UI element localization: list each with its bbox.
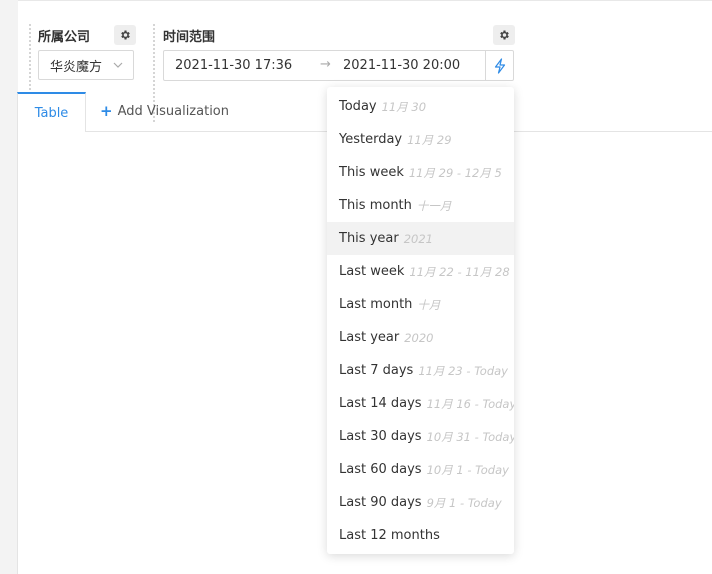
company-select-value: 华炎魔方 bbox=[50, 59, 103, 75]
date-preset-option[interactable]: Last 14 days 11月 16 - Today bbox=[327, 387, 514, 420]
date-preset-option[interactable]: Last 30 days 10月 31 - Today bbox=[327, 420, 514, 453]
date-preset-option[interactable]: Last 90 days 9月 1 - Today bbox=[327, 486, 514, 519]
date-preset-label: This year bbox=[339, 231, 399, 246]
date-preset-label: Last 60 days bbox=[339, 462, 422, 477]
date-preset-option[interactable]: Last week 11月 22 - 11月 28 bbox=[327, 255, 514, 288]
date-preset-label: Last 90 days bbox=[339, 495, 422, 510]
date-preset-hint: 11月 30 bbox=[381, 99, 427, 114]
date-preset-hint: 11月 29 - 12月 5 bbox=[408, 165, 502, 180]
date-preset-label: Last 30 days bbox=[339, 429, 422, 444]
date-preset-hint: 11月 23 - Today bbox=[418, 363, 508, 378]
plus-icon: + bbox=[100, 102, 113, 120]
time-range-settings-button[interactable] bbox=[493, 25, 515, 45]
date-preset-option[interactable]: Last 60 days 10月 1 - Today bbox=[327, 453, 514, 486]
date-preset-hint: 11月 16 - Today bbox=[426, 396, 514, 411]
add-visualization-label: Add Visualization bbox=[117, 104, 229, 119]
date-preset-hint: 9月 1 - Today bbox=[426, 495, 502, 510]
date-preset-label: Last 14 days bbox=[339, 396, 422, 411]
date-preset-option[interactable]: Last year 2020 bbox=[327, 321, 514, 354]
left-gutter bbox=[0, 0, 18, 574]
date-preset-hint: 2020 bbox=[404, 330, 434, 345]
date-preset-hint: 11月 29 bbox=[407, 132, 452, 147]
gear-icon bbox=[121, 30, 130, 40]
date-preset-hint: 10月 1 - Today bbox=[426, 462, 509, 477]
quick-range-button[interactable] bbox=[485, 51, 513, 80]
time-range-filter-label: 时间范围 bbox=[163, 30, 216, 45]
date-start-input[interactable]: 2021-11-30 17:36 bbox=[175, 58, 292, 73]
date-preset-option[interactable]: This month 十一月 bbox=[327, 189, 514, 222]
add-visualization-button[interactable]: + Add Visualization bbox=[100, 102, 229, 120]
company-settings-button[interactable] bbox=[114, 25, 136, 45]
date-preset-label: This week bbox=[339, 165, 404, 180]
date-preset-option[interactable]: Last 7 days 11月 23 - Today bbox=[327, 354, 514, 387]
date-preset-option[interactable]: This year 2021 bbox=[327, 222, 514, 255]
date-end-input[interactable]: 2021-11-30 20:00 bbox=[343, 58, 460, 73]
company-filter-label: 所属公司 bbox=[38, 30, 91, 45]
date-preset-hint: 11月 22 - 11月 28 bbox=[409, 264, 510, 279]
date-preset-hint: 十一月 bbox=[416, 198, 452, 213]
date-preset-dropdown: Today 11月 30 Yesterday 11月 29 This week 11月 2… bbox=[327, 87, 514, 554]
date-preset-label: Last month bbox=[339, 297, 413, 312]
date-preset-hint: 十月 bbox=[417, 297, 441, 312]
date-preset-option[interactable]: Yesterday 11月 29 bbox=[327, 123, 514, 156]
date-preset-hint: 2021 bbox=[403, 231, 433, 246]
chevron-down-icon bbox=[113, 62, 123, 68]
date-preset-label: Last 7 days bbox=[339, 363, 414, 378]
top-divider bbox=[18, 0, 712, 1]
date-preset-label: Last year bbox=[339, 330, 400, 345]
date-preset-label: Last 12 months bbox=[339, 528, 440, 543]
date-preset-option[interactable]: Today 11月 30 bbox=[327, 90, 514, 123]
lightning-icon bbox=[494, 57, 505, 74]
date-preset-hint: 10月 31 - Today bbox=[426, 429, 514, 444]
date-range-picker[interactable]: 2021-11-30 17:36 → 2021-11-30 20:00 bbox=[163, 50, 514, 81]
date-preset-label: This month bbox=[339, 198, 412, 213]
date-preset-label: Last week bbox=[339, 264, 405, 279]
date-preset-option[interactable]: This week 11月 29 - 12月 5 bbox=[327, 156, 514, 189]
canvas-border bbox=[17, 92, 18, 574]
date-preset-label: Yesterday bbox=[339, 132, 403, 147]
date-preset-option[interactable]: Last month 十月 bbox=[327, 288, 514, 321]
company-select[interactable]: 华炎魔方 bbox=[38, 50, 134, 80]
date-preset-option[interactable]: Last 12 months bbox=[327, 519, 514, 552]
gear-icon bbox=[500, 30, 509, 40]
tab-table[interactable]: Table bbox=[17, 92, 86, 132]
date-preset-label: Today bbox=[339, 99, 377, 114]
arrow-right-icon: → bbox=[320, 57, 331, 72]
